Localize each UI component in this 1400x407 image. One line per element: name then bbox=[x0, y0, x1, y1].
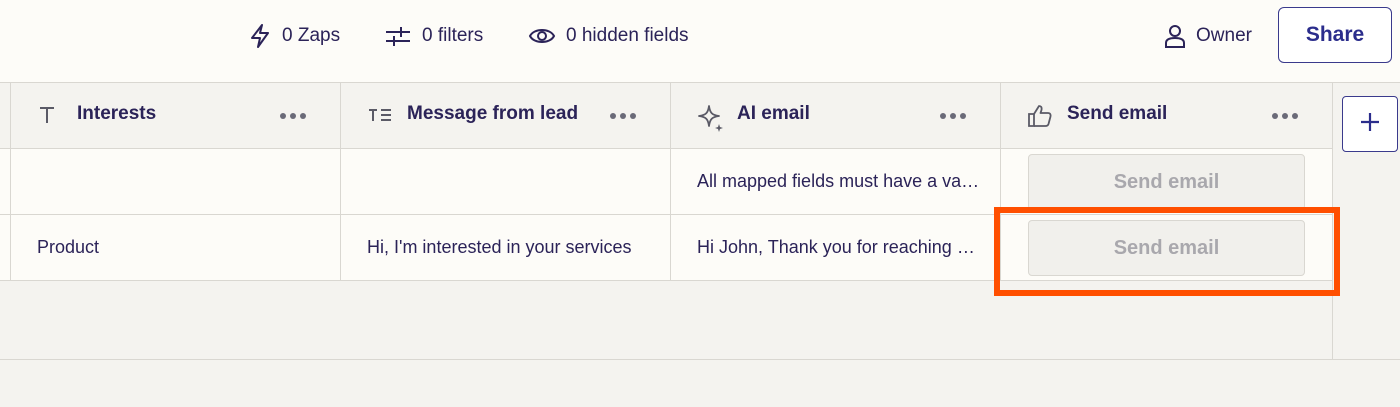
table-toolbar: 0 Zaps 0 filters 0 hidden fields Owner S… bbox=[0, 0, 1400, 83]
cell-text: Product bbox=[37, 237, 100, 257]
ai-sparkle-icon bbox=[697, 104, 725, 137]
eye-icon bbox=[528, 25, 556, 47]
zaps-button[interactable]: 0 Zaps bbox=[248, 22, 340, 50]
row-selector-header bbox=[0, 83, 11, 149]
table-cell-ai-email[interactable]: Hi John, Thank you for reaching out bbox=[671, 215, 1001, 281]
send-email-button[interactable]: Send email bbox=[1028, 154, 1305, 210]
share-button[interactable]: Share bbox=[1278, 7, 1392, 63]
filters-button[interactable]: 0 filters bbox=[384, 22, 483, 50]
table-cell-interests[interactable]: Product bbox=[11, 215, 341, 281]
hidden-fields-label: 0 hidden fields bbox=[566, 25, 689, 46]
plus-icon bbox=[1359, 111, 1381, 138]
cell-text: All mapped fields must have a value bbox=[697, 171, 981, 191]
hidden-fields-button[interactable]: 0 hidden fields bbox=[528, 22, 689, 50]
row-selector[interactable] bbox=[0, 149, 11, 215]
column-menu-icon[interactable] bbox=[610, 113, 636, 119]
table-cell-interests[interactable] bbox=[11, 149, 341, 215]
column-header-ai-email[interactable]: AI email bbox=[671, 83, 1001, 149]
text-icon bbox=[37, 104, 57, 131]
table-cell-message[interactable] bbox=[341, 149, 671, 215]
lightning-icon bbox=[248, 23, 272, 49]
zaps-label: 0 Zaps bbox=[282, 25, 341, 46]
column-menu-icon[interactable] bbox=[940, 113, 966, 119]
table-cell-message[interactable]: Hi, I'm interested in your services bbox=[341, 215, 671, 281]
row-selector[interactable] bbox=[0, 215, 11, 281]
column-label: Interests bbox=[77, 103, 157, 124]
cell-text: Hi, I'm interested in your services bbox=[367, 237, 632, 257]
user-icon bbox=[1164, 23, 1186, 49]
column-label: Message from lead bbox=[407, 103, 579, 124]
thumbs-up-icon bbox=[1027, 104, 1053, 133]
filter-sliders-icon bbox=[384, 24, 412, 48]
highlight-annotation bbox=[994, 207, 1340, 296]
column-menu-icon[interactable] bbox=[1272, 113, 1298, 119]
filters-label: 0 filters bbox=[422, 25, 484, 46]
owner-button[interactable]: Owner bbox=[1164, 22, 1252, 50]
cell-text: Hi John, Thank you for reaching out bbox=[697, 237, 981, 257]
column-header-interests[interactable]: Interests bbox=[11, 83, 341, 149]
column-label: AI email bbox=[737, 103, 810, 124]
long-text-icon bbox=[367, 104, 393, 131]
table-cell-ai-email[interactable]: All mapped fields must have a value bbox=[671, 149, 1001, 215]
owner-label: Owner bbox=[1196, 25, 1252, 46]
divider bbox=[0, 359, 1400, 360]
add-column-button[interactable] bbox=[1342, 96, 1398, 152]
column-label: Send email bbox=[1067, 103, 1168, 124]
column-header-send-email[interactable]: Send email bbox=[1001, 83, 1333, 149]
column-header-message[interactable]: Message from lead bbox=[341, 83, 671, 149]
column-menu-icon[interactable] bbox=[280, 113, 306, 119]
table-cell-send-email: Send email bbox=[1001, 149, 1333, 215]
